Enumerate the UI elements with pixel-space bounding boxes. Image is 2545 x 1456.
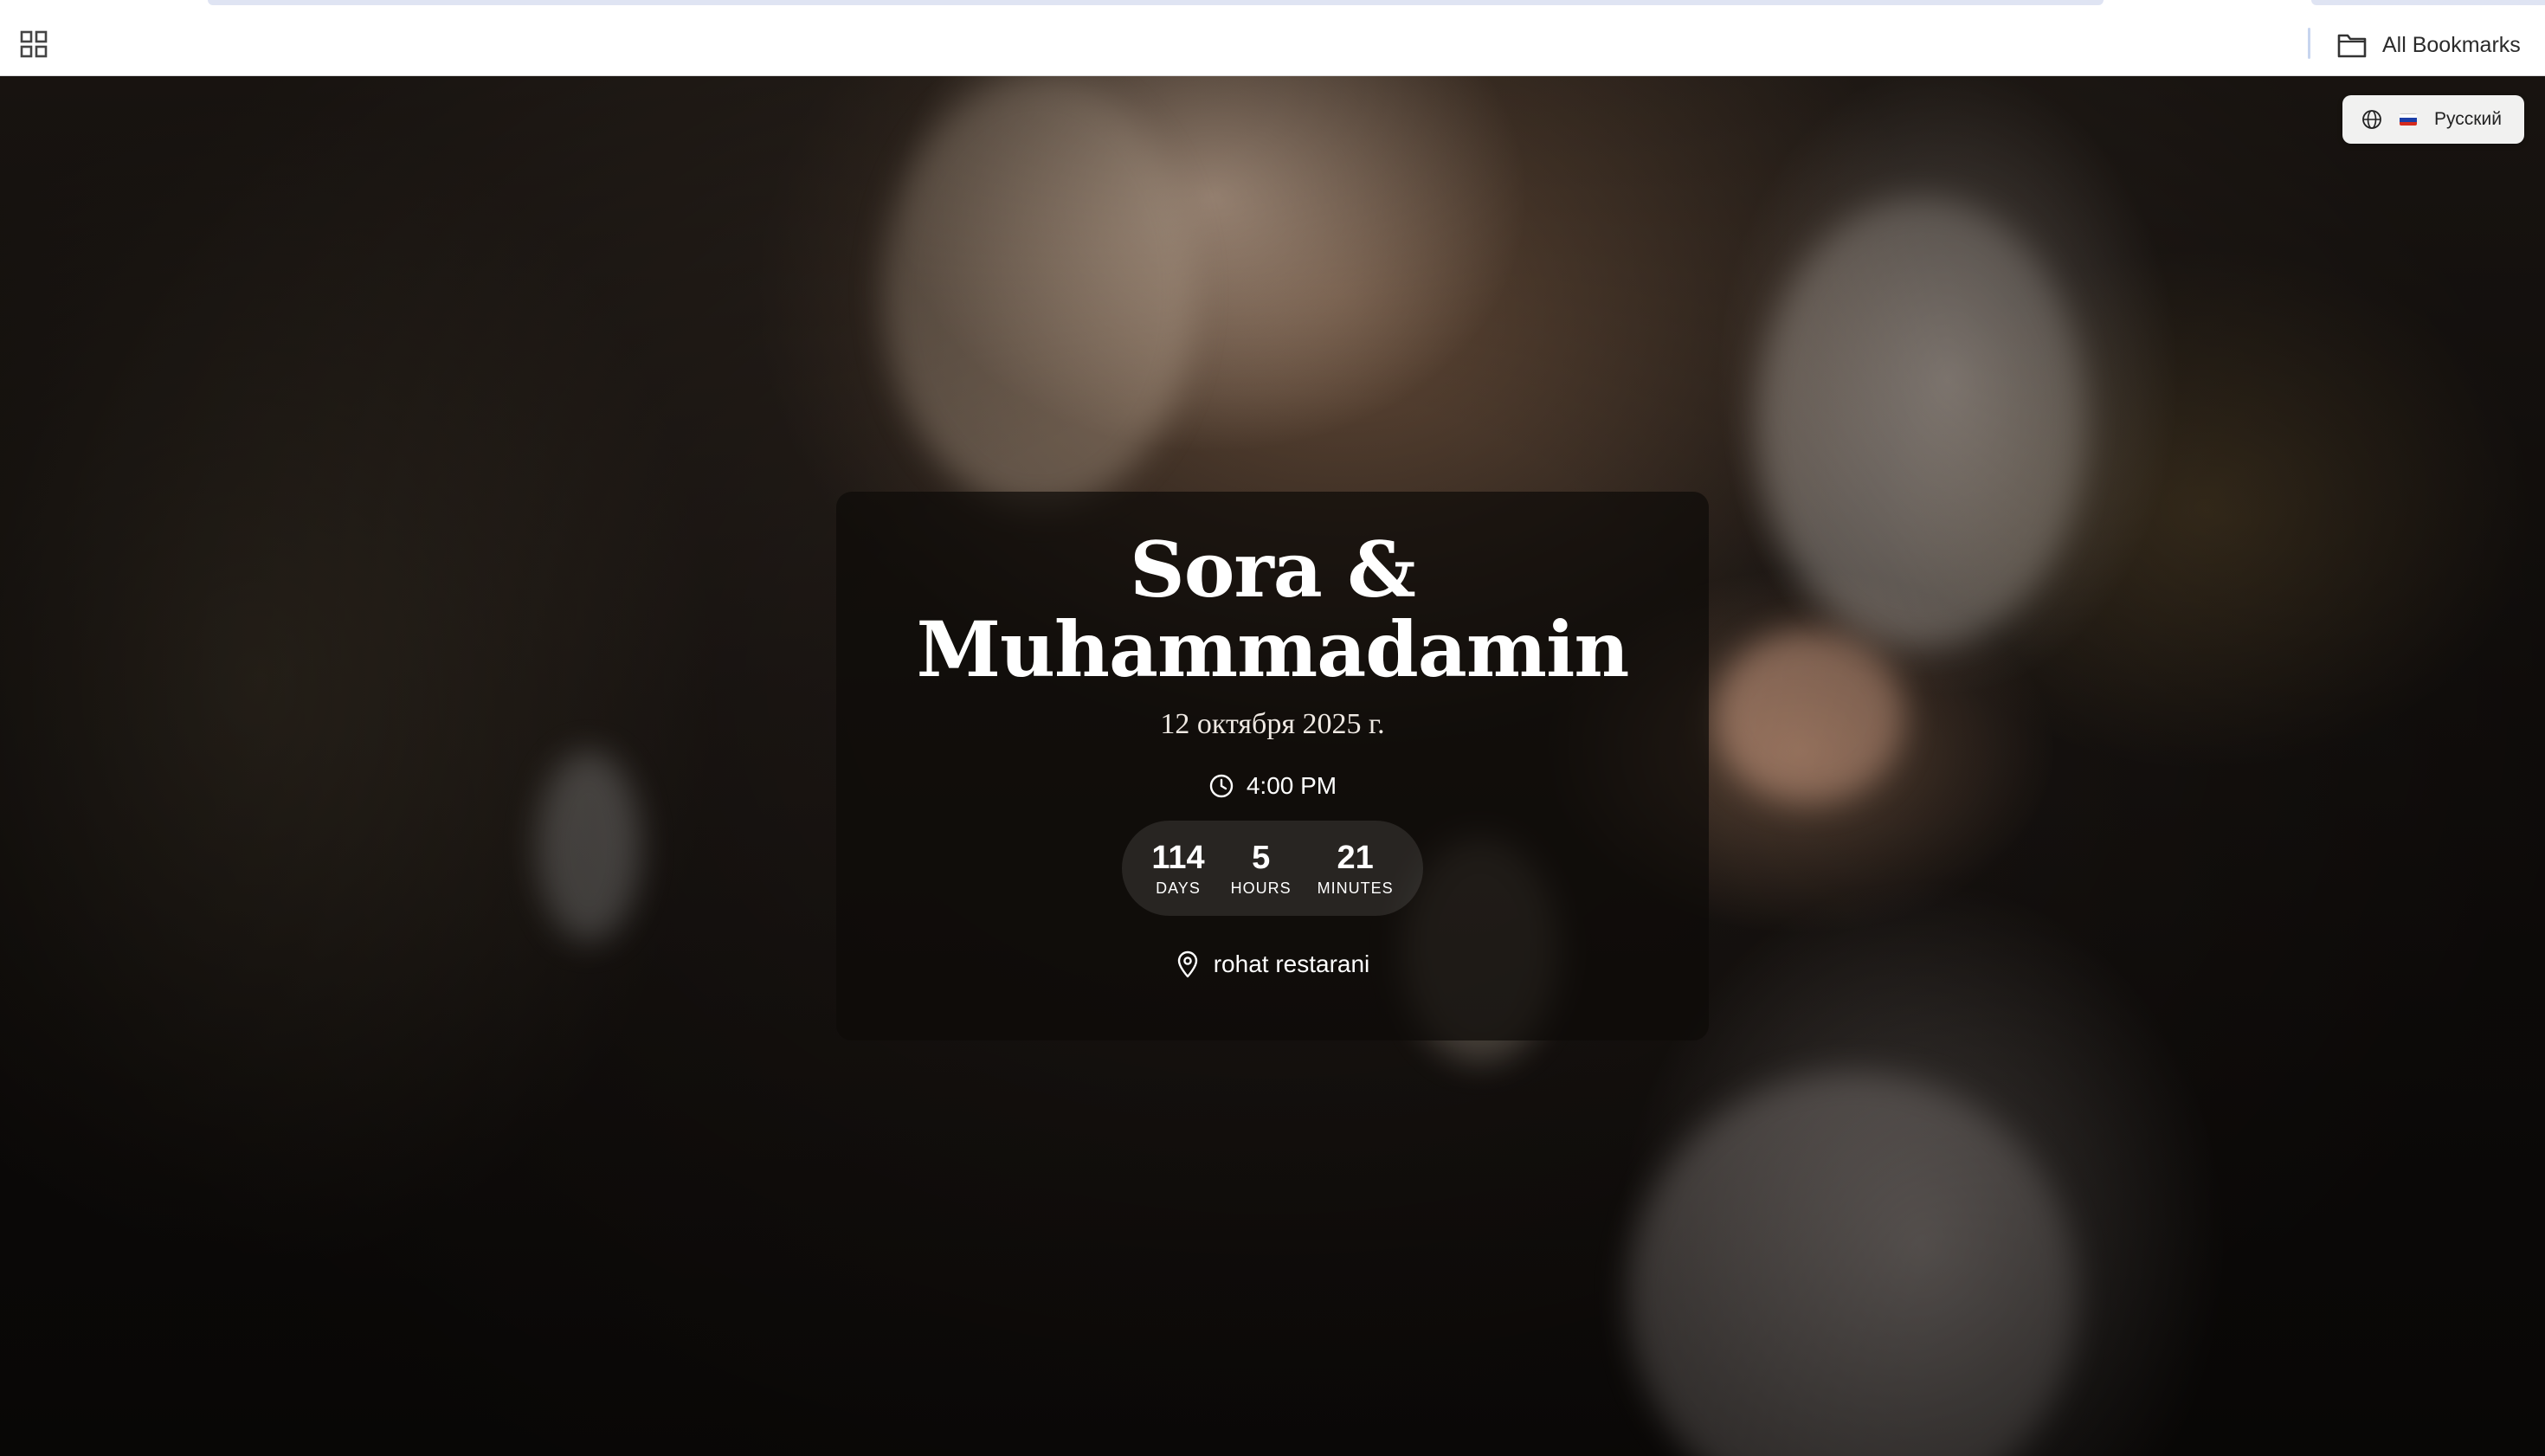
bookmarks-divider	[2308, 28, 2310, 59]
names-line-2: Muhammadamin	[916, 604, 1630, 694]
bookmarks-bar: All Bookmarks	[0, 0, 2545, 76]
names-line-1: Sora &	[1130, 525, 1416, 615]
apps-grid-icon[interactable]	[19, 29, 48, 59]
countdown-minutes: 21 MINUTES	[1318, 840, 1394, 898]
venue-location[interactable]: rohat restarani	[1176, 950, 1370, 978]
invitation-card: Sora & Muhammadamin 12 октября 2025 г. 4…	[836, 492, 1709, 1040]
language-label: Русский	[2434, 109, 2502, 129]
countdown-hours: 5 HOURS	[1231, 840, 1292, 898]
countdown-value: 114	[1151, 839, 1205, 876]
globe-icon	[2362, 110, 2381, 129]
map-pin-icon	[1177, 950, 1197, 978]
toolbar-edge	[2311, 0, 2545, 5]
language-switcher[interactable]: Русский	[2342, 95, 2524, 144]
countdown-value: 21	[1337, 839, 1374, 876]
all-bookmarks-label: All Bookmarks	[2382, 32, 2521, 57]
countdown-timer: 114 DAYS 5 HOURS 21 MINUTES	[1122, 821, 1423, 916]
omnibox-edge	[208, 0, 2104, 5]
folder-icon	[2337, 34, 2367, 58]
clock-icon	[1209, 774, 1234, 798]
wedding-date: 12 октября 2025 г.	[1160, 708, 1385, 740]
all-bookmarks-button[interactable]: All Bookmarks	[2337, 24, 2521, 66]
russian-flag-icon	[2400, 113, 2417, 126]
countdown-label: HOURS	[1230, 879, 1292, 897]
wedding-time: 4:00 PM	[1208, 772, 1337, 800]
venue-name: rohat restarani	[1213, 950, 1370, 977]
countdown-label: DAYS	[1156, 879, 1201, 897]
countdown-days: 114 DAYS	[1151, 840, 1204, 898]
countdown-label: MINUTES	[1317, 879, 1394, 897]
couple-names: Sora & Muhammadamin	[916, 525, 1630, 694]
countdown-value: 5	[1252, 839, 1271, 876]
time-text: 4:00 PM	[1246, 772, 1337, 799]
